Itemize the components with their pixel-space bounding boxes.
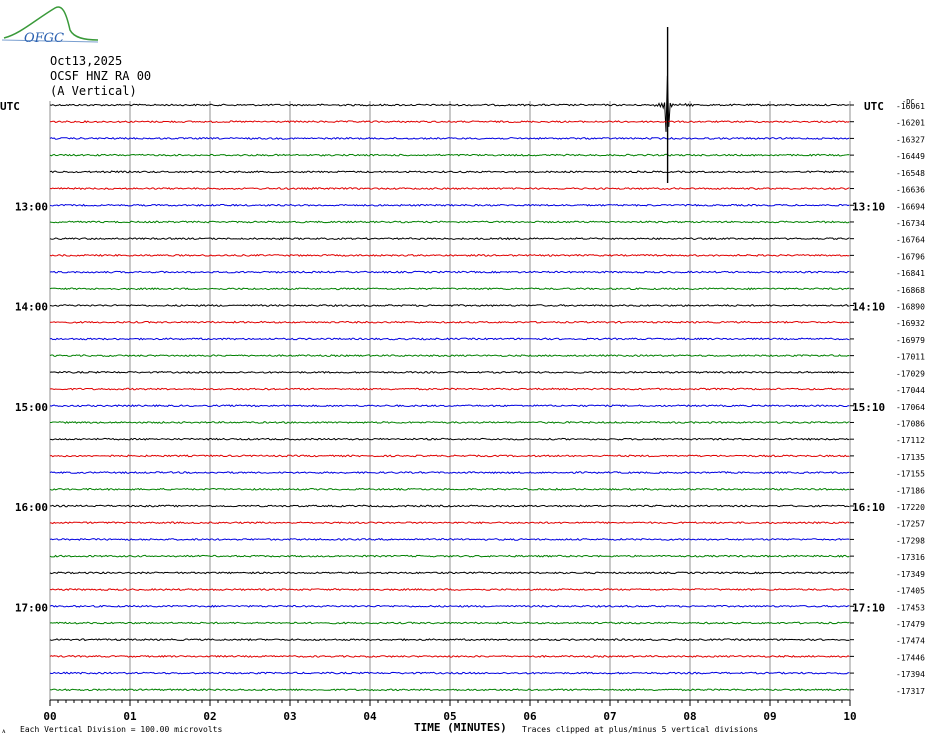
dc-offset-label-4: -16548	[896, 169, 925, 178]
clip-note: Traces clipped at plus/minus 5 vertical …	[522, 725, 759, 734]
dc-offset-label-28: -17349	[896, 570, 925, 579]
corner-mark: ᴀ	[2, 727, 6, 735]
helicorder-plot: 00 01 02 03 04 05 06 07 08 09 10-16061-16201-16327…	[0, 27, 925, 723]
label-layer: 00 01 02 03 04 05 06 07 08 09 10-16061-16201-16327…	[0, 98, 925, 723]
y-axis-label-right: UTC	[864, 100, 884, 113]
dc-offset-label-34: -17394	[896, 670, 925, 679]
dc-offset-label-2: -16327	[896, 135, 925, 144]
y-axis-label-left: UTC	[0, 100, 20, 113]
dc-offset-label-6: -16694	[896, 202, 925, 211]
dc-offset-label-35: -17317	[896, 687, 925, 696]
dc-offset-label-25: -17257	[896, 520, 925, 529]
left-hour-label-13:00: 13:00	[15, 200, 48, 213]
dc-offset-label-14: -16979	[896, 336, 925, 345]
right-time-label-13:10: 13:10	[852, 200, 885, 213]
x-tick-label-08: 08	[683, 710, 696, 723]
scale-note: Each Vertical Division = 100.00 microvol…	[20, 725, 223, 734]
dc-offset-label-13: -16932	[896, 319, 925, 328]
x-tick-label-03: 03	[283, 710, 296, 723]
x-tick-label-07: 07	[603, 710, 616, 723]
dc-offset-label-29: -17405	[896, 587, 925, 596]
left-hour-label-14:00: 14:00	[15, 301, 48, 314]
dc-offset-label-12: -16890	[896, 303, 925, 312]
dc-offset-label-22: -17155	[896, 470, 925, 479]
dc-offset-label-32: -17474	[896, 637, 925, 646]
dc-offset-label-21: -17135	[896, 453, 925, 462]
dc-offset-label-19: -17086	[896, 419, 925, 428]
dc-offset-label-23: -17186	[896, 486, 925, 495]
x-tick-label-09: 09	[763, 710, 776, 723]
dc-offset-label-5: -16636	[896, 186, 925, 195]
dc-offset-label-17: -17044	[896, 386, 925, 395]
dc-offset-label-18: -17064	[896, 403, 925, 412]
dc-offset-label-10: -16841	[896, 269, 925, 278]
dc-offset-label-1: -16201	[896, 119, 925, 128]
trace-row-33	[49, 654, 850, 658]
dc-offset-label-8: -16764	[896, 236, 925, 245]
dc-offset-label-9: -16796	[896, 252, 925, 261]
trace-row-6	[49, 203, 850, 207]
dc-offset-label-16: -17029	[896, 369, 925, 378]
trace-row-29	[49, 588, 850, 591]
x-tick-label-02: 02	[203, 710, 216, 723]
dc-offset-label-30: -17453	[896, 603, 925, 612]
left-hour-label-16:00: 16:00	[15, 501, 48, 514]
x-tick-label-01: 01	[123, 710, 137, 723]
right-time-label-14:10: 14:10	[852, 301, 885, 314]
right-time-label-15:10: 15:10	[852, 401, 885, 414]
left-hour-label-15:00: 15:00	[15, 401, 48, 414]
dc-offset-label-33: -17446	[896, 653, 925, 662]
plot-grid	[49, 101, 854, 706]
x-tick-label-00: 00	[43, 710, 56, 723]
dc-offset-label-3: -16449	[896, 152, 925, 161]
dc-offset-label-15: -17011	[896, 353, 925, 362]
dc-offset-label-11: -16868	[896, 286, 925, 295]
dc-offset-label-7: -16734	[896, 219, 925, 228]
right-time-label-17:10: 17:10	[852, 601, 885, 614]
dc-label-top: -DC	[902, 98, 915, 106]
dc-offset-label-27: -17316	[896, 553, 925, 562]
left-hour-label-17:00: 17:00	[15, 601, 48, 614]
x-tick-label-10: 10	[843, 710, 856, 723]
x-tick-label-06: 06	[523, 710, 537, 723]
x-tick-label-04: 04	[363, 710, 377, 723]
dc-offset-label-31: -17479	[896, 620, 925, 629]
right-time-label-16:10: 16:10	[852, 501, 885, 514]
dc-offset-label-24: -17220	[896, 503, 925, 512]
x-axis-title: TIME (MINUTES)	[414, 721, 507, 734]
dc-offset-label-20: -17112	[896, 436, 925, 445]
dc-offset-label-26: -17298	[896, 536, 925, 545]
